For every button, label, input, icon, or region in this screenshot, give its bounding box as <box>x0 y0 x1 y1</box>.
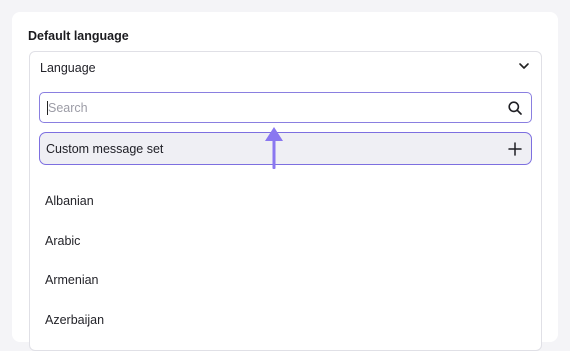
search-input[interactable] <box>48 93 498 122</box>
search-icon[interactable] <box>507 100 523 116</box>
language-option-armenian[interactable]: Armenian <box>45 273 99 287</box>
search-box[interactable] <box>39 92 532 123</box>
plus-icon[interactable] <box>508 142 522 156</box>
field-label: Default language <box>28 29 129 43</box>
language-option-arabic[interactable]: Arabic <box>45 234 80 248</box>
language-dropdown[interactable]: Language Custom message set Albanian Ara… <box>29 51 542 351</box>
chevron-down-icon[interactable] <box>518 60 530 72</box>
settings-card: Default language Language Custom message… <box>12 12 558 351</box>
up-arrow-icon <box>265 127 283 169</box>
dropdown-selected-label: Language <box>40 61 96 75</box>
language-option-azerbaijan[interactable]: Azerbaijan <box>45 313 104 327</box>
dropdown-header[interactable]: Language <box>30 52 541 82</box>
custom-option-label: Custom message set <box>46 142 164 156</box>
language-option-albanian[interactable]: Albanian <box>45 194 94 208</box>
